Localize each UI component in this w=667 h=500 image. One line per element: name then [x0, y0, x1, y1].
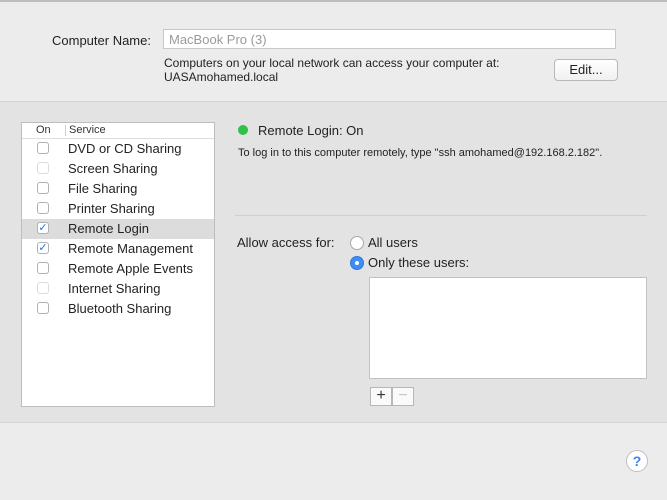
service-label: Printer Sharing: [68, 201, 155, 216]
service-row[interactable]: Bluetooth Sharing: [22, 299, 214, 319]
service-label: Screen Sharing: [68, 161, 158, 176]
service-row[interactable]: ✓ Remote Login: [22, 219, 214, 239]
service-checkbox[interactable]: [37, 162, 49, 174]
service-checkbox[interactable]: [37, 282, 49, 294]
service-label: Remote Login: [68, 221, 149, 236]
service-list[interactable]: On Service DVD or CD Sharing Screen Shari…: [21, 122, 215, 407]
service-list-header: On Service: [22, 123, 214, 139]
service-label: Bluetooth Sharing: [68, 301, 172, 316]
column-header-on: On: [36, 124, 51, 136]
only-these-users-label[interactable]: Only these users:: [368, 255, 469, 270]
footer-section: [0, 422, 667, 500]
all-users-label[interactable]: All users: [368, 235, 418, 250]
local-hostname: UASAmohamed.local: [164, 70, 279, 84]
computer-name-section: [0, 0, 667, 102]
service-label: Remote Management: [68, 241, 194, 256]
status-indicator-icon: [238, 125, 248, 135]
service-row[interactable]: Printer Sharing: [22, 199, 214, 219]
service-row[interactable]: Screen Sharing: [22, 159, 214, 179]
computer-name-field[interactable]: MacBook Pro (3): [163, 29, 616, 49]
column-header-service: Service: [69, 124, 106, 136]
service-row[interactable]: Internet Sharing: [22, 279, 214, 299]
allowed-users-list[interactable]: [369, 277, 647, 379]
network-info-text: Computers on your local network can acce…: [164, 56, 500, 70]
service-row[interactable]: File Sharing: [22, 179, 214, 199]
help-button[interactable]: ?: [626, 450, 648, 472]
all-users-radio[interactable]: [350, 236, 364, 250]
service-checkbox[interactable]: [37, 142, 49, 154]
ssh-instructions: To log in to this computer remotely, typ…: [238, 147, 603, 159]
detail-divider: [235, 215, 647, 216]
service-checkbox[interactable]: ✓: [37, 222, 49, 234]
service-checkbox[interactable]: [37, 302, 49, 314]
service-label: Remote Apple Events: [68, 261, 194, 276]
window-top-edge: [0, 0, 667, 2]
service-checkbox[interactable]: [37, 182, 49, 194]
service-checkbox[interactable]: ✓: [37, 242, 49, 254]
remove-user-button[interactable]: −: [392, 387, 414, 406]
column-separator: [65, 125, 66, 136]
service-row[interactable]: ✓ Remote Management: [22, 239, 214, 259]
service-checkbox[interactable]: [37, 202, 49, 214]
only-these-users-radio[interactable]: [350, 256, 364, 270]
service-label: DVD or CD Sharing: [68, 141, 182, 156]
service-checkbox[interactable]: [37, 262, 49, 274]
computer-name-label: Computer Name:: [52, 33, 151, 48]
service-row[interactable]: DVD or CD Sharing: [22, 139, 214, 159]
edit-button[interactable]: Edit...: [554, 59, 618, 81]
service-label: File Sharing: [68, 181, 138, 196]
remote-login-status: Remote Login: On: [258, 123, 364, 138]
service-row[interactable]: Remote Apple Events: [22, 259, 214, 279]
allow-access-label: Allow access for:: [237, 235, 335, 250]
add-user-button[interactable]: +: [370, 387, 392, 406]
service-label: Internet Sharing: [68, 281, 161, 296]
